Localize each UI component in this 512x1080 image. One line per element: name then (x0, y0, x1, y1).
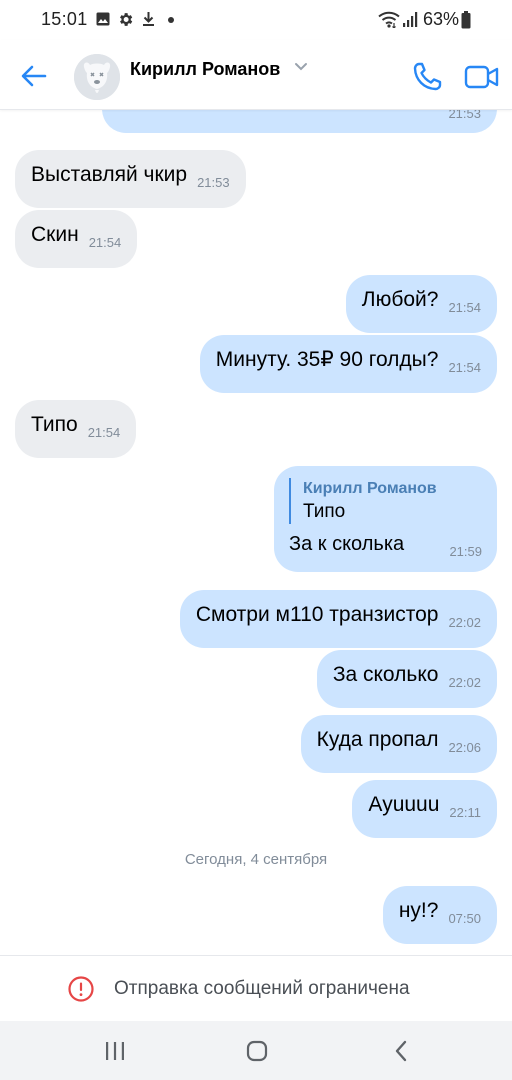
message-text: Ауuuuu (368, 793, 440, 816)
restriction-text: Отправка сообщений ограничена (114, 978, 410, 999)
message-incoming[interactable]: Скин 21:54 (15, 210, 138, 268)
date-separator: Сегодня, 4 сентября (184, 851, 328, 868)
warning-circle-icon (68, 976, 94, 1002)
message-text: Скин (31, 223, 79, 246)
message-outgoing[interactable]: Любой? 21:54 (345, 275, 497, 333)
message-time: 21:54 (448, 300, 481, 315)
message-time: 21:54 (87, 425, 121, 440)
reply-author: Кирилл Романов (303, 480, 437, 497)
message-time: 21:53 (197, 175, 230, 190)
phone-icon[interactable] (410, 60, 444, 94)
message-outgoing-reply[interactable]: Кирилл Романов Типо За к сколька 21:59 (274, 466, 497, 572)
message-time: 22:06 (448, 740, 481, 755)
message-text: Смотри м110 транзистор (195, 603, 439, 626)
battery-icon (461, 11, 471, 29)
message-outgoing[interactable]: ну!? 07:50 (382, 886, 497, 944)
message-time: 21:54 (448, 360, 481, 375)
home-icon[interactable] (246, 1040, 268, 1062)
avatar[interactable] (74, 54, 120, 100)
message-text: За сколько (332, 663, 439, 686)
message-text: За к сколька (289, 533, 405, 555)
message-time: 21:53 (448, 110, 481, 121)
back-arrow-icon[interactable] (18, 60, 50, 92)
reply-quote[interactable]: Кирилл Романов Типо (289, 478, 482, 524)
message-incoming[interactable]: Выставляй чкир 21:53 (15, 150, 246, 208)
image-icon (96, 12, 110, 26)
message-incoming[interactable]: Типо 21:54 (15, 400, 137, 458)
message-text: Минуту. 35₽ 90 голды? (215, 348, 439, 371)
message-time: 21:54 (88, 235, 122, 250)
message-text: Куда пропал (316, 728, 439, 751)
gear-icon (120, 13, 133, 26)
messaging-restricted-bar: Отправка сообщений ограничена (0, 955, 512, 1021)
message-text: Любой? (361, 288, 439, 311)
deactivated-dog-icon (74, 54, 120, 100)
message-time: 21:59 (449, 544, 482, 559)
message-outgoing[interactable]: Минуту. 35₽ 90 голды? 21:54 (199, 335, 497, 393)
message-outgoing[interactable]: Ауuuuu 22:11 (352, 780, 497, 838)
status-bar: 15:01 63% (0, 0, 512, 40)
status-time: 15:01 (41, 9, 88, 29)
message-outgoing[interactable]: Смотри м110 транзистор 22:02 (179, 590, 497, 648)
reply-text: Типо (303, 501, 346, 522)
back-icon[interactable] (393, 1040, 409, 1062)
message-time: 07:50 (448, 911, 481, 926)
message-text: Выставляй чкир (31, 163, 188, 186)
wifi-icon (378, 11, 400, 28)
video-camera-icon[interactable] (464, 62, 500, 92)
message-time: 22:02 (448, 615, 481, 630)
message-list[interactable]: 21:53 Выставляй чкир 21:53 Скин 21:54 Любо… (0, 110, 512, 955)
contact-name[interactable]: Кирилл Романов (130, 59, 280, 80)
message-outgoing[interactable]: За сколько 22:02 (316, 650, 497, 708)
recent-apps-icon[interactable] (104, 1041, 126, 1061)
message-time: 22:11 (449, 805, 481, 820)
message-text: Типо (31, 413, 78, 436)
chat-header: Кирилл Романов (0, 40, 512, 110)
signal-icon (403, 12, 418, 27)
message-text: ну!? (398, 899, 439, 922)
system-navigation-bar (0, 1021, 512, 1080)
chevron-down-icon[interactable] (294, 62, 308, 72)
dot-icon (168, 17, 174, 23)
message-outgoing[interactable]: Куда пропал 22:06 (300, 715, 497, 773)
message-outgoing[interactable]: 21:53 (102, 110, 497, 133)
message-time: 22:02 (448, 675, 481, 690)
battery-percent: 63% (423, 9, 460, 29)
download-icon (143, 12, 154, 26)
